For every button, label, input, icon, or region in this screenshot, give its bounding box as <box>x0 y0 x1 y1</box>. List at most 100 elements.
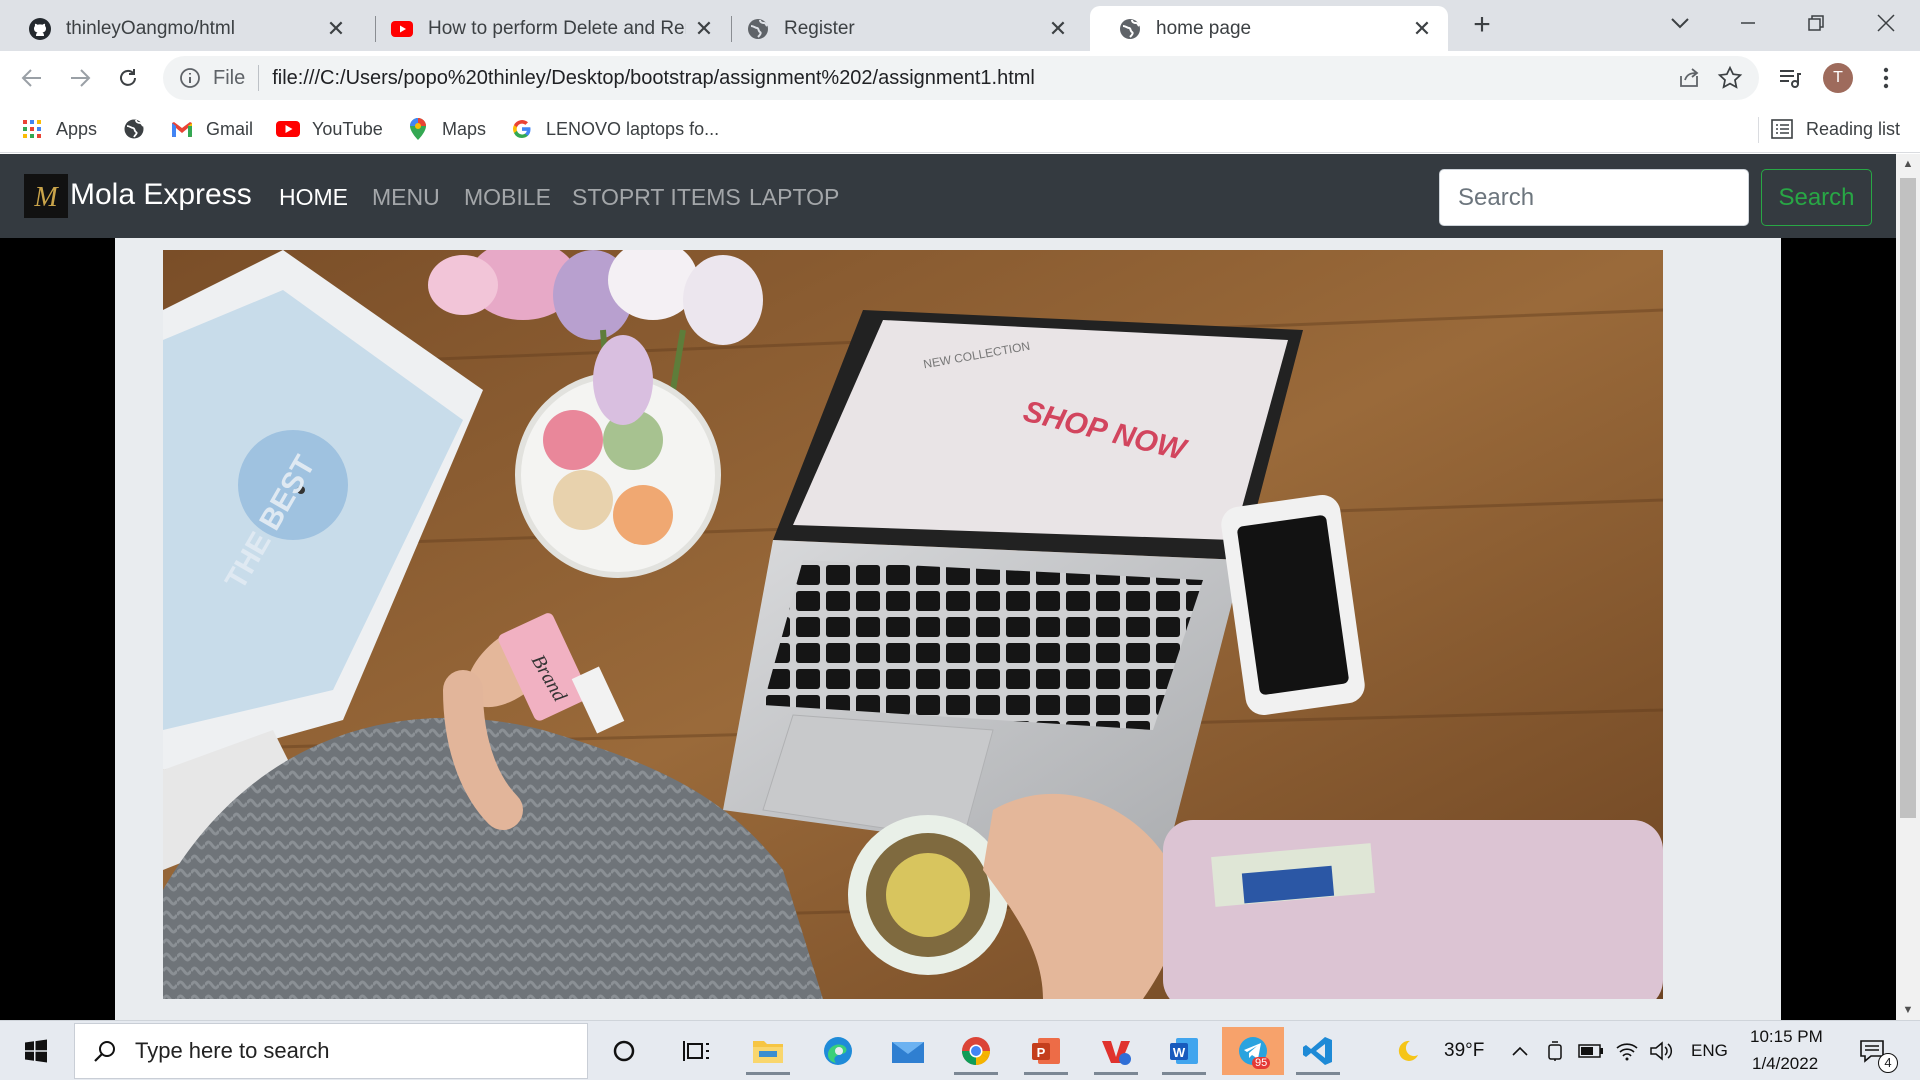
running-indicator <box>1162 1072 1206 1075</box>
clock-time[interactable]: 10:15 PM <box>1750 1027 1823 1047</box>
close-tab-icon[interactable]: ✕ <box>324 16 348 41</box>
forward-button[interactable] <box>64 62 96 94</box>
notification-center-button[interactable]: 4 <box>1852 1027 1898 1075</box>
bookmark-lenovo[interactable]: LENOVO laptops fo... <box>510 115 719 143</box>
tab-github[interactable]: thinleyOangmo/html ✕ <box>0 6 362 51</box>
meet-now-tray[interactable] <box>1540 1027 1570 1075</box>
address-bar[interactable]: File file:///C:/Users/popo%20thinley/Des… <box>163 56 1759 100</box>
content-container: THE BEST SHOP NOW NEW COLLECTION Brand <box>115 238 1781 1020</box>
file-explorer-button[interactable] <box>740 1027 796 1075</box>
nav-sport-items[interactable]: STOPRT ITEMS <box>572 184 741 211</box>
running-indicator <box>1296 1072 1340 1075</box>
restore-button[interactable] <box>1788 6 1844 40</box>
reading-list-button[interactable]: Reading list <box>1770 115 1900 143</box>
cortana-button[interactable] <box>596 1027 652 1075</box>
word-button[interactable]: W <box>1156 1027 1212 1075</box>
wallet-graphic <box>1163 820 1663 999</box>
volume-tray[interactable] <box>1646 1027 1676 1075</box>
clock-date[interactable]: 1/4/2022 <box>1752 1054 1818 1074</box>
powerpoint-button[interactable]: P <box>1018 1027 1074 1075</box>
tab-register[interactable]: Register ✕ <box>718 6 1084 51</box>
info-icon[interactable] <box>179 67 201 89</box>
svg-text:W: W <box>1173 1045 1186 1060</box>
new-tab-button[interactable]: + <box>1466 10 1498 42</box>
site-search-button[interactable]: Search <box>1761 169 1872 226</box>
taskbar-search-box[interactable]: Type here to search <box>74 1023 588 1079</box>
browser-menu-button[interactable] <box>1870 62 1902 94</box>
reload-button[interactable] <box>112 62 144 94</box>
arrow-left-icon <box>21 69 41 87</box>
bookmark-apps[interactable]: Apps <box>20 115 97 143</box>
chrome-icon <box>962 1037 990 1065</box>
bookmark-star-icon[interactable] <box>1717 65 1743 91</box>
globe-icon <box>1120 18 1140 39</box>
scrollbar-thumb[interactable] <box>1900 178 1916 818</box>
maps-pin-icon <box>406 117 430 141</box>
tab-youtube[interactable]: How to perform Delete and Rem ✕ <box>362 6 730 51</box>
site-search-input[interactable] <box>1439 169 1749 226</box>
close-window-button[interactable] <box>1858 6 1914 40</box>
globe-icon <box>748 18 768 39</box>
share-icon[interactable] <box>1677 66 1701 90</box>
mail-button[interactable] <box>880 1027 936 1075</box>
hero-image: THE BEST SHOP NOW NEW COLLECTION Brand <box>163 250 1663 999</box>
task-view-button[interactable] <box>668 1027 724 1075</box>
weather-temp[interactable]: 39°F <box>1444 1040 1484 1062</box>
tab-home-page[interactable]: home page ✕ <box>1090 6 1448 51</box>
nav-home[interactable]: HOME <box>279 184 348 211</box>
scroll-down-icon[interactable]: ▼ <box>1902 1004 1914 1016</box>
bookmark-maps[interactable]: Maps <box>406 115 486 143</box>
tab-search-button[interactable] <box>1652 6 1708 40</box>
chevron-down-icon <box>1671 18 1689 29</box>
nav-laptop[interactable]: LAPTOP <box>749 184 839 211</box>
brand-name[interactable]: Mola Express <box>70 178 252 212</box>
bookmark-youtube[interactable]: YouTube <box>276 115 383 143</box>
tray-overflow-button[interactable] <box>1506 1027 1534 1075</box>
globe-icon <box>122 117 146 141</box>
nav-mobile[interactable]: MOBILE <box>464 184 551 211</box>
restore-icon <box>1808 15 1824 31</box>
reading-list-label: Reading list <box>1806 118 1901 139</box>
back-button[interactable] <box>16 62 48 94</box>
bookmarks-bar: Apps Gmail YouTube Maps LENOVO laptops f… <box>0 105 1920 153</box>
bookmark-globe[interactable] <box>122 115 158 143</box>
vscode-button[interactable] <box>1290 1027 1346 1075</box>
youtube-icon <box>391 20 413 37</box>
edge-button[interactable] <box>810 1027 866 1075</box>
scroll-up-icon[interactable]: ▲ <box>1902 158 1914 170</box>
site-navbar: M Mola Express HOME MENU MOBILE STOPRT I… <box>0 154 1896 238</box>
media-control-button[interactable] <box>1774 62 1806 94</box>
mail-icon <box>892 1042 924 1063</box>
url-text[interactable]: file:///C:/Users/popo%20thinley/Desktop/… <box>272 67 1035 90</box>
nav-menu[interactable]: MENU <box>372 184 440 211</box>
brand-logo[interactable]: M <box>24 174 68 218</box>
wifi-tray[interactable] <box>1612 1027 1642 1075</box>
running-indicator <box>954 1072 998 1075</box>
github-icon <box>29 17 51 40</box>
google-icon <box>510 117 534 141</box>
browser-tab-strip: thinleyOangmo/html ✕ How to perform Dele… <box>0 0 1920 51</box>
weather-widget[interactable] <box>1390 1027 1424 1075</box>
wps-icon <box>1102 1041 1131 1065</box>
profile-button[interactable]: T <box>1822 62 1854 94</box>
word-icon: W <box>1170 1038 1198 1064</box>
bookmark-label: Apps <box>56 118 98 139</box>
page-scrollbar[interactable]: ▲ ▼ <box>1896 154 1920 1020</box>
minimize-button[interactable] <box>1720 6 1776 40</box>
task-view-icon <box>683 1041 709 1061</box>
moon-icon <box>1398 1040 1418 1061</box>
wps-button[interactable] <box>1088 1027 1144 1075</box>
reload-icon <box>120 69 136 86</box>
battery-tray[interactable] <box>1574 1027 1608 1075</box>
close-tab-icon[interactable]: ✕ <box>692 16 716 41</box>
running-indicator <box>746 1072 790 1075</box>
telegram-button[interactable]: 95 <box>1222 1027 1284 1075</box>
start-button[interactable] <box>8 1027 64 1075</box>
wifi-icon <box>1616 1043 1638 1061</box>
bookmark-gmail[interactable]: Gmail <box>170 115 253 143</box>
speaker-icon <box>1650 1041 1673 1061</box>
language-indicator[interactable]: ENG <box>1691 1041 1728 1061</box>
close-tab-icon[interactable]: ✕ <box>1410 16 1434 41</box>
chrome-button[interactable] <box>948 1027 1004 1075</box>
close-tab-icon[interactable]: ✕ <box>1046 16 1070 41</box>
